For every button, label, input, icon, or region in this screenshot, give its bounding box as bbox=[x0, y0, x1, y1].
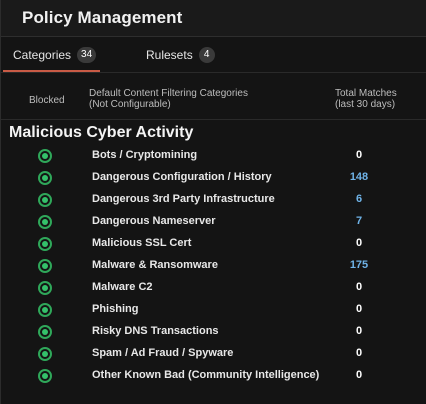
category-row: Malware & Ransomware 175 bbox=[1, 255, 426, 277]
match-count[interactable]: 6 bbox=[341, 193, 377, 205]
tab-categories-label: Categories bbox=[13, 48, 72, 62]
blocked-status-icon bbox=[38, 281, 52, 295]
match-count: 0 bbox=[355, 347, 363, 359]
column-header-matches-period: (last 30 days) bbox=[335, 99, 396, 110]
column-header-categories-note: (Not Configurable) bbox=[89, 99, 171, 110]
match-count: 0 bbox=[355, 149, 363, 161]
category-row: Spam / Ad Fraud / Spyware 0 bbox=[1, 343, 426, 365]
blocked-status-icon bbox=[38, 347, 52, 361]
category-label: Malware & Ransomware bbox=[92, 259, 218, 271]
blocked-status-icon bbox=[38, 259, 52, 273]
category-row: Malicious SSL Cert 0 bbox=[1, 233, 426, 255]
category-label: Phishing bbox=[92, 303, 139, 315]
blocked-status-icon bbox=[38, 325, 52, 339]
active-tab-indicator bbox=[3, 70, 100, 72]
blocked-status-icon bbox=[38, 303, 52, 317]
category-row: Dangerous Configuration / History 148 bbox=[1, 167, 426, 189]
tab-categories[interactable]: Categories 34 bbox=[13, 37, 97, 73]
category-row: Phishing 0 bbox=[1, 299, 426, 321]
category-label: Bots / Cryptomining bbox=[92, 149, 198, 161]
match-count: 0 bbox=[355, 369, 363, 381]
column-header-categories: Default Content Filtering Categories (No… bbox=[89, 88, 248, 110]
column-header-categories-title: Default Content Filtering Categories bbox=[89, 88, 248, 99]
match-count: 0 bbox=[355, 237, 363, 249]
category-row: Other Known Bad (Community Intelligence)… bbox=[1, 365, 426, 387]
category-label: Other Known Bad (Community Intelligence) bbox=[92, 369, 320, 381]
match-count: 0 bbox=[355, 303, 363, 315]
category-row: Risky DNS Transactions 0 bbox=[1, 321, 426, 343]
column-header-total-matches: Total Matches (last 30 days) bbox=[335, 88, 397, 110]
match-count[interactable]: 175 bbox=[341, 259, 377, 271]
header-bar: Policy Management bbox=[1, 0, 426, 37]
match-count: 0 bbox=[355, 281, 363, 293]
blocked-status-icon bbox=[38, 149, 52, 163]
category-label: Dangerous 3rd Party Infrastructure bbox=[92, 193, 275, 205]
blocked-status-icon bbox=[38, 193, 52, 207]
blocked-status-icon bbox=[38, 369, 52, 383]
tab-rulesets-count-badge: 4 bbox=[198, 47, 215, 63]
header-divider bbox=[1, 119, 426, 120]
blocked-status-icon bbox=[38, 237, 52, 251]
category-label: Spam / Ad Fraud / Spyware bbox=[92, 347, 234, 359]
category-label: Malicious SSL Cert bbox=[92, 237, 192, 249]
category-row: Bots / Cryptomining 0 bbox=[1, 145, 426, 167]
tab-rulesets-label: Rulesets bbox=[146, 48, 193, 62]
match-count: 0 bbox=[355, 325, 363, 337]
category-row: Malware C2 0 bbox=[1, 277, 426, 299]
match-count[interactable]: 7 bbox=[341, 215, 377, 227]
section-title: Malicious Cyber Activity bbox=[9, 124, 194, 141]
tab-bar: Categories 34 Rulesets 4 bbox=[1, 37, 426, 73]
policy-management-panel: Policy Management Categories 34 Rulesets… bbox=[0, 0, 426, 404]
category-row: Dangerous 3rd Party Infrastructure 6 bbox=[1, 189, 426, 211]
column-header-blocked: Blocked bbox=[29, 95, 65, 106]
category-label: Risky DNS Transactions bbox=[92, 325, 219, 337]
category-label: Dangerous Configuration / History bbox=[92, 171, 272, 183]
tab-categories-count-badge: 34 bbox=[77, 47, 97, 63]
category-label: Malware C2 bbox=[92, 281, 153, 293]
category-row: Dangerous Nameserver 7 bbox=[1, 211, 426, 233]
page-title: Policy Management bbox=[22, 8, 183, 27]
match-count[interactable]: 148 bbox=[341, 171, 377, 183]
blocked-status-icon bbox=[38, 171, 52, 185]
category-label: Dangerous Nameserver bbox=[92, 215, 216, 227]
tab-rulesets[interactable]: Rulesets 4 bbox=[146, 37, 215, 73]
blocked-status-icon bbox=[38, 215, 52, 229]
column-header-matches-title: Total Matches bbox=[335, 88, 397, 99]
